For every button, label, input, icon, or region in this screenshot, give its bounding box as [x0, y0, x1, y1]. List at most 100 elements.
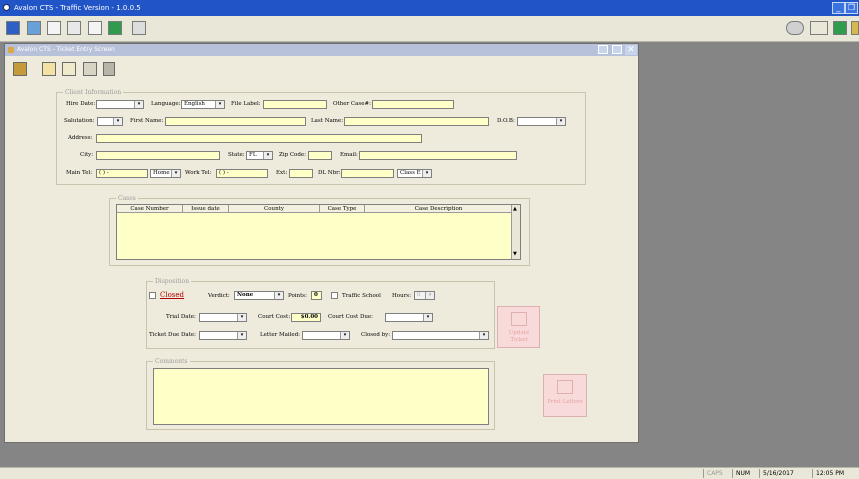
language-label: Language:: [151, 101, 181, 107]
status-time: 12:05 PM: [812, 469, 847, 478]
letter-mailed-dropdown[interactable]: ▾: [302, 331, 350, 340]
ticket-due-label: Ticket Due Date:: [149, 332, 197, 338]
ext-label: Ext:: [276, 170, 288, 176]
verdict-dropdown[interactable]: None ▾: [234, 291, 284, 300]
chevron-down-icon: ▾: [340, 332, 349, 339]
column-header[interactable]: Case Type: [320, 205, 365, 213]
open-folder-icon[interactable]: [42, 62, 56, 76]
state-label: State:: [228, 152, 245, 158]
client-info-legend: Client Information: [63, 89, 124, 97]
calendar-icon[interactable]: [132, 21, 146, 35]
update-ticket-label: Update Ticket: [508, 330, 530, 343]
cases-legend: Cases: [116, 195, 138, 203]
last-name-input[interactable]: [344, 117, 489, 126]
scroll-up-icon[interactable]: ▲: [513, 206, 517, 212]
cases-grid[interactable]: Case Number Issue date County Case Type …: [116, 204, 521, 260]
restore-icon[interactable]: ❐: [845, 2, 858, 14]
email-input[interactable]: [359, 151, 517, 160]
chevron-down-icon: ▾: [423, 314, 432, 321]
first-name-label: First Name:: [130, 118, 164, 124]
dl-class-dropdown[interactable]: Class E ▾: [397, 169, 432, 178]
points-label: Points:: [288, 293, 307, 299]
help-icon[interactable]: [851, 21, 859, 35]
dob-label: D.O.B:: [497, 118, 515, 124]
list-icon[interactable]: [88, 21, 102, 35]
people-icon[interactable]: [27, 21, 41, 35]
chevron-down-icon: ▾: [113, 118, 122, 125]
closed-checkbox[interactable]: [149, 292, 156, 299]
app-title: Avalon CTS - Traffic Version - 1.0.0.5: [14, 4, 141, 12]
copy-icon[interactable]: [67, 21, 81, 35]
delete-icon[interactable]: [103, 62, 115, 76]
comments-textarea[interactable]: [153, 368, 489, 425]
status-bar: CAPS NUM 5/16/2017 12:05 PM: [0, 467, 859, 479]
city-input[interactable]: [96, 151, 220, 160]
column-header[interactable]: Issue date: [183, 205, 229, 213]
points-input[interactable]: 0: [311, 291, 322, 300]
status-date: 5/16/2017: [759, 469, 797, 478]
chevron-down-icon: ▾: [237, 332, 246, 339]
zip-input[interactable]: [308, 151, 332, 160]
exit-door-icon[interactable]: [6, 21, 20, 35]
child-minimize-icon[interactable]: [598, 45, 608, 54]
trial-date-dropdown[interactable]: ▾: [199, 313, 247, 322]
chevron-down-icon: ▾: [425, 292, 434, 299]
column-header[interactable]: County: [229, 205, 320, 213]
main-tel-type-value: Home: [153, 170, 170, 176]
court-cost-label: Court Cost:: [258, 314, 291, 320]
email-label: Email:: [340, 152, 358, 158]
dl-label: DL Nbr:: [318, 170, 341, 176]
update-ticket-button[interactable]: Update Ticket: [497, 306, 540, 348]
address-input[interactable]: [96, 134, 422, 143]
edit-icon[interactable]: [62, 62, 76, 76]
child-maximize-icon[interactable]: [612, 45, 622, 54]
scroll-down-icon[interactable]: ▼: [513, 251, 517, 257]
chevron-down-icon: ▾: [215, 101, 224, 108]
other-case-input[interactable]: [372, 100, 454, 109]
window-icon: [8, 47, 14, 53]
language-dropdown[interactable]: English ▾: [181, 100, 225, 109]
dl-input[interactable]: [341, 169, 394, 178]
hours-dropdown[interactable]: 0 ▾: [414, 291, 435, 300]
column-header[interactable]: Case Description: [365, 205, 513, 213]
chevron-down-icon: ▾: [263, 152, 272, 159]
other-case-label: Other Case#:: [333, 101, 371, 107]
main-tel-type-dropdown[interactable]: Home ▾: [150, 169, 181, 178]
file-label-input[interactable]: [263, 100, 327, 109]
state-dropdown[interactable]: FL ▾: [246, 151, 273, 160]
book-icon[interactable]: [108, 21, 122, 35]
minimize-icon[interactable]: _: [832, 2, 845, 14]
main-tel-input[interactable]: ( ) -: [96, 169, 148, 178]
verdict-label: Verdict:: [208, 293, 230, 299]
trial-date-label: Trial Date:: [166, 314, 196, 320]
first-name-input[interactable]: [165, 117, 306, 126]
document-icon[interactable]: [47, 21, 61, 35]
court-cost-input[interactable]: $0.00: [291, 313, 321, 322]
ticket-icon: [511, 312, 527, 326]
traffic-school-checkbox[interactable]: [331, 292, 338, 299]
dob-dropdown[interactable]: ▾: [517, 117, 566, 126]
salutation-dropdown[interactable]: ▾: [97, 117, 123, 126]
print-letters-button[interactable]: Print Letters: [543, 374, 587, 417]
chevron-down-icon: ▾: [134, 101, 143, 108]
exit-icon[interactable]: [13, 62, 27, 76]
ticket-due-dropdown[interactable]: ▾: [199, 331, 247, 340]
court-cost-due-dropdown[interactable]: ▾: [385, 313, 433, 322]
dl-class-value: Class E: [400, 170, 421, 176]
closed-by-dropdown[interactable]: ▾: [392, 331, 489, 340]
undo-icon[interactable]: [83, 62, 97, 76]
gear-icon[interactable]: [786, 21, 804, 35]
chevron-down-icon: ▾: [479, 332, 488, 339]
hire-date-dropdown[interactable]: ▾: [96, 100, 144, 109]
tools-icon[interactable]: [810, 21, 828, 35]
ext-input[interactable]: [289, 169, 313, 178]
main-toolbar: [0, 16, 859, 42]
column-header[interactable]: Case Number: [117, 205, 183, 213]
chevron-down-icon: ▾: [237, 314, 246, 321]
work-tel-input[interactable]: ( ) -: [216, 169, 268, 178]
books-icon[interactable]: [833, 21, 847, 35]
child-close-icon[interactable]: ✕: [625, 45, 637, 55]
file-label-label: File Label:: [231, 101, 261, 107]
cases-scrollbar[interactable]: ▲ ▼: [511, 205, 520, 259]
num-indicator: NUM: [732, 469, 753, 478]
